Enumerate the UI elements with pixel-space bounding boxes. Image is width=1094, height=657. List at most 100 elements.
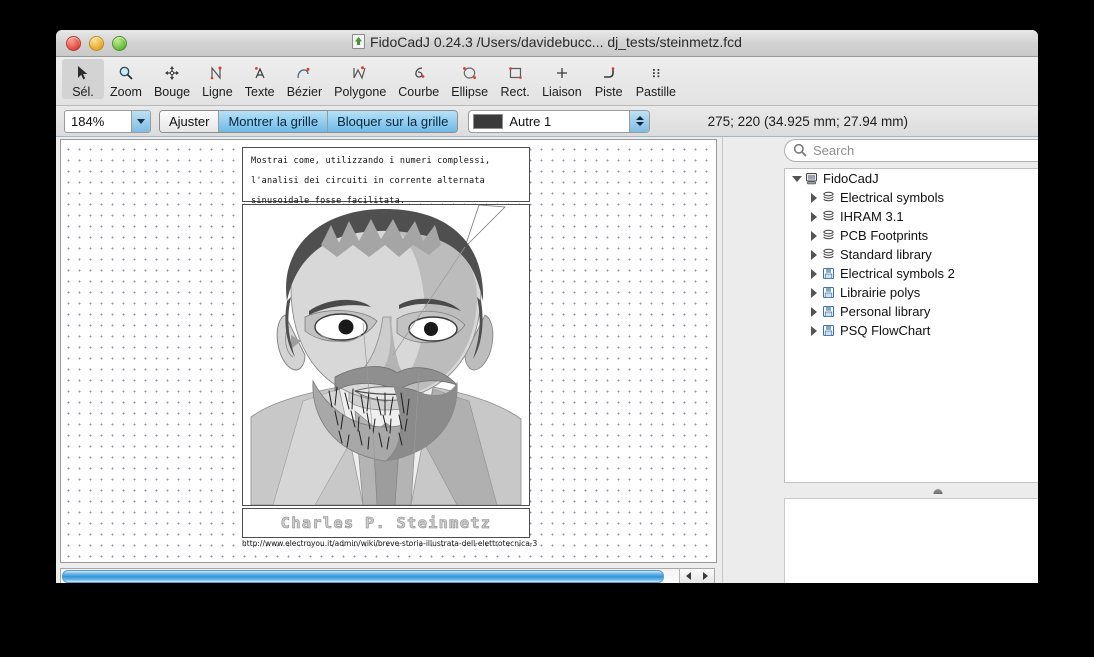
layer-stepper[interactable] bbox=[629, 111, 649, 132]
tree-item-label: Personal library bbox=[840, 304, 930, 319]
tool-select[interactable]: Sél. bbox=[62, 59, 104, 99]
chevron-right-icon[interactable] bbox=[807, 326, 820, 336]
tool-zoom[interactable]: Zoom bbox=[104, 59, 148, 99]
tree-item-personal-library[interactable]: Personal library bbox=[785, 302, 1038, 321]
library-pane: FidoCadJ Electrical symbols bbox=[726, 137, 1038, 583]
fit-button[interactable]: Ajuster bbox=[160, 111, 219, 132]
bezier-curve-icon bbox=[295, 62, 313, 84]
floppy-disk-icon bbox=[820, 267, 837, 280]
tool-connection[interactable]: Liaison bbox=[536, 59, 588, 99]
splitter-grip[interactable] bbox=[933, 489, 942, 494]
window-title: FidoCadJ 0.24.3 /Users/davidebucc... dj_… bbox=[56, 34, 1038, 50]
tree-item-label: PCB Footprints bbox=[840, 228, 928, 243]
window-titlebar[interactable]: FidoCadJ 0.24.3 /Users/davidebucc... dj_… bbox=[56, 30, 1038, 57]
tool-ellipse[interactable]: Ellipse bbox=[445, 59, 494, 99]
chevron-right-icon[interactable] bbox=[807, 269, 820, 279]
chevron-down-icon[interactable] bbox=[131, 111, 150, 132]
portrait-artwork[interactable] bbox=[242, 204, 530, 506]
tool-polygon[interactable]: Polygone bbox=[328, 59, 392, 99]
tree-item-electrical-symbols-2[interactable]: Electrical symbols 2 bbox=[785, 264, 1038, 283]
show-grid-toggle[interactable]: Montrer la grille bbox=[219, 111, 328, 132]
tool-curve[interactable]: Courbe bbox=[392, 59, 445, 99]
tree-root-fidocadj[interactable]: FidoCadJ bbox=[785, 169, 1038, 188]
tree-item-psq-flowchart[interactable]: PSQ FlowChart bbox=[785, 321, 1038, 340]
layer-color-swatch bbox=[473, 114, 503, 129]
scroll-left-icon[interactable] bbox=[686, 572, 691, 580]
track-icon bbox=[601, 62, 617, 84]
tool-bezier-label: Bézier bbox=[287, 85, 322, 99]
connection-plus-icon bbox=[554, 62, 570, 84]
chevron-right-icon[interactable] bbox=[807, 288, 820, 298]
pane-divider[interactable] bbox=[722, 137, 723, 583]
tree-item-label: Electrical symbols 2 bbox=[840, 266, 955, 281]
tool-zoom-label: Zoom bbox=[110, 85, 142, 99]
tree-item-electrical-symbols[interactable]: Electrical symbols bbox=[785, 188, 1038, 207]
caption-box[interactable]: Charles P. Steinmetz bbox=[242, 508, 530, 538]
tool-move-label: Bouge bbox=[154, 85, 190, 99]
tool-pad[interactable]: Pastille bbox=[630, 59, 682, 99]
chevron-right-icon[interactable] bbox=[807, 193, 820, 203]
pane-splitter[interactable] bbox=[784, 486, 1038, 498]
chevron-right-icon[interactable] bbox=[807, 212, 820, 222]
hscroll-arrows[interactable] bbox=[679, 569, 714, 583]
note-line-2: l'analisi dei circuiti in corrente alter… bbox=[243, 168, 529, 188]
tool-text-label: Texte bbox=[245, 85, 275, 99]
document-icon bbox=[352, 34, 365, 49]
window-body: Mostrai come, utilizzando i numeri compl… bbox=[56, 137, 1038, 583]
cursor-coordinates: 275; 220 (34.925 mm; 27.94 mm) bbox=[708, 114, 908, 129]
tree-item-ihram[interactable]: IHRAM 3.1 bbox=[785, 207, 1038, 226]
library-stack-icon bbox=[820, 191, 837, 204]
tree-item-label: Electrical symbols bbox=[840, 190, 944, 205]
tool-track[interactable]: Piste bbox=[588, 59, 630, 99]
chevron-right-icon[interactable] bbox=[807, 231, 820, 241]
tool-text[interactable]: Texte bbox=[239, 59, 281, 99]
pad-dots-icon bbox=[648, 62, 664, 84]
search-input[interactable] bbox=[784, 139, 1038, 162]
tree-item-label: Librairie polys bbox=[840, 285, 920, 300]
library-tree[interactable]: FidoCadJ Electrical symbols bbox=[784, 168, 1038, 483]
view-segmented-control: Ajuster Montrer la grille Bloquer sur la… bbox=[159, 110, 458, 133]
floppy-disk-icon bbox=[820, 324, 837, 337]
tree-item-librairie-polys[interactable]: Librairie polys bbox=[785, 283, 1038, 302]
tool-curve-label: Courbe bbox=[398, 85, 439, 99]
drawing-content: Mostrai come, utilizzando i numeri compl… bbox=[242, 147, 530, 537]
magnifier-icon bbox=[118, 62, 134, 84]
snap-to-grid-toggle[interactable]: Bloquer sur la grille bbox=[328, 111, 457, 132]
tool-track-label: Piste bbox=[595, 85, 623, 99]
desktop-background: FidoCadJ 0.24.3 /Users/davidebucc... dj_… bbox=[0, 0, 1094, 657]
tool-connection-label: Liaison bbox=[542, 85, 582, 99]
tool-rect-label: Rect. bbox=[501, 85, 530, 99]
tool-polygon-label: Polygone bbox=[334, 85, 386, 99]
chevron-right-icon[interactable] bbox=[807, 307, 820, 317]
scroll-right-icon[interactable] bbox=[703, 572, 708, 580]
tool-move[interactable]: Bouge bbox=[148, 59, 196, 99]
main-toolbar: Sél. Zoom Bouge Ligne bbox=[56, 57, 1038, 106]
caption-text: Charles P. Steinmetz bbox=[281, 514, 492, 532]
note-line-1: Mostrai come, utilizzando i numeri compl… bbox=[243, 148, 529, 168]
canvas-horizontal-scrollbar[interactable] bbox=[60, 568, 715, 583]
zoom-combobox[interactable]: 184% bbox=[64, 110, 151, 133]
chevron-right-icon[interactable] bbox=[807, 250, 820, 260]
zoom-value[interactable]: 184% bbox=[65, 111, 131, 132]
library-stack-icon bbox=[820, 248, 837, 261]
tool-bezier[interactable]: Bézier bbox=[281, 59, 328, 99]
tree-item-label: PSQ FlowChart bbox=[840, 323, 930, 338]
chevron-down-icon[interactable] bbox=[790, 176, 803, 182]
preview-pane[interactable] bbox=[784, 498, 1038, 583]
tree-item-standard-library[interactable]: Standard library bbox=[785, 245, 1038, 264]
note-textbox[interactable]: Mostrai come, utilizzando i numeri compl… bbox=[242, 147, 530, 202]
tool-line[interactable]: Ligne bbox=[196, 59, 239, 99]
hscroll-thumb[interactable] bbox=[62, 570, 664, 583]
text-a-icon bbox=[252, 62, 268, 84]
tool-rect[interactable]: Rect. bbox=[494, 59, 536, 99]
drawing-canvas[interactable]: Mostrai come, utilizzando i numeri compl… bbox=[60, 139, 717, 563]
tool-pad-label: Pastille bbox=[636, 85, 676, 99]
tree-item-label: IHRAM 3.1 bbox=[840, 209, 904, 224]
tree-root-label: FidoCadJ bbox=[823, 171, 879, 186]
floppy-disk-icon bbox=[820, 305, 837, 318]
tree-item-pcb-footprints[interactable]: PCB Footprints bbox=[785, 226, 1038, 245]
tool-ellipse-label: Ellipse bbox=[451, 85, 488, 99]
steinmetz-portrait-svg bbox=[243, 205, 529, 505]
layer-selector[interactable]: Autre 1 bbox=[468, 110, 650, 133]
options-toolbar: 184% Ajuster Montrer la grille Bloquer s… bbox=[56, 106, 1038, 137]
